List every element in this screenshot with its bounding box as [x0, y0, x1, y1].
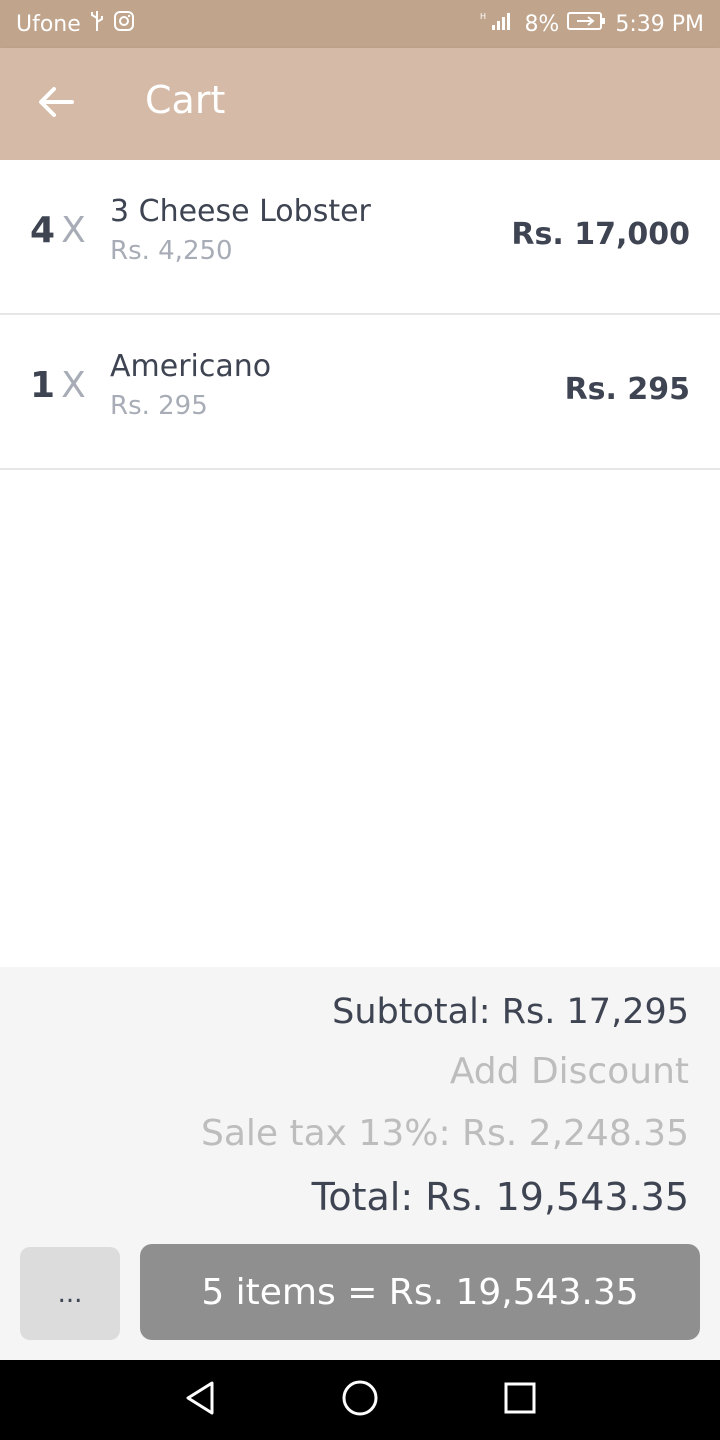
- total-text: Total: Rs. 19,543.35: [311, 1175, 689, 1219]
- nav-recents-button[interactable]: [498, 1378, 542, 1422]
- page-title: Cart: [145, 78, 226, 122]
- subtotal-text: Subtotal: Rs. 17,295: [332, 992, 689, 1032]
- app-bar: Cart: [0, 48, 720, 160]
- back-triangle-icon: [183, 1380, 217, 1420]
- recents-square-icon: [503, 1381, 537, 1419]
- item-line-total: Rs. 17,000: [511, 217, 690, 252]
- multiply-sign: X: [61, 210, 86, 251]
- sale-tax-text: Sale tax 13%: Rs. 2,248.35: [201, 1113, 689, 1154]
- item-name: 3 Cheese Lobster: [110, 194, 371, 229]
- battery-charging-icon: [567, 10, 607, 38]
- instagram-icon: [113, 10, 135, 38]
- cart-list: 4X 3 Cheese Lobster Rs. 4,250 Rs. 17,000…: [0, 160, 720, 470]
- usb-icon: [89, 10, 105, 38]
- status-bar: Ufone H 8% 5:39 PM: [0, 0, 720, 48]
- cart-item-row[interactable]: 1X Americano Rs. 295 Rs. 295: [0, 315, 720, 470]
- home-circle-icon: [341, 1379, 379, 1421]
- carrier-label: Ufone: [16, 11, 81, 37]
- clock: 5:39 PM: [615, 11, 704, 37]
- item-unit-price: Rs. 4,250: [110, 236, 233, 266]
- checkout-button[interactable]: 5 items = Rs. 19,543.35: [140, 1244, 700, 1340]
- item-name: Americano: [110, 349, 272, 384]
- nav-home-button[interactable]: [338, 1378, 382, 1422]
- svg-text:H: H: [480, 12, 486, 21]
- arrow-left-icon: [38, 86, 74, 122]
- item-line-total: Rs. 295: [564, 372, 690, 407]
- add-discount-link[interactable]: Add Discount: [450, 1051, 689, 1092]
- quantity-value: 1: [30, 365, 56, 406]
- cart-item-row[interactable]: 4X 3 Cheese Lobster Rs. 4,250 Rs. 17,000: [0, 160, 720, 315]
- item-unit-price: Rs. 295: [110, 391, 208, 421]
- system-nav-bar: [0, 1360, 720, 1440]
- battery-percent: 8%: [524, 11, 560, 37]
- nav-back-button[interactable]: [178, 1378, 222, 1422]
- order-summary: Subtotal: Rs. 17,295 Add Discount Sale t…: [0, 967, 720, 1360]
- quantity-value: 4: [30, 210, 56, 251]
- item-quantity: 4X: [30, 210, 86, 251]
- item-quantity: 1X: [30, 365, 86, 406]
- more-options-button[interactable]: ...: [20, 1247, 120, 1340]
- back-button[interactable]: [26, 76, 86, 132]
- signal-icon: H: [480, 10, 516, 38]
- multiply-sign: X: [61, 365, 86, 406]
